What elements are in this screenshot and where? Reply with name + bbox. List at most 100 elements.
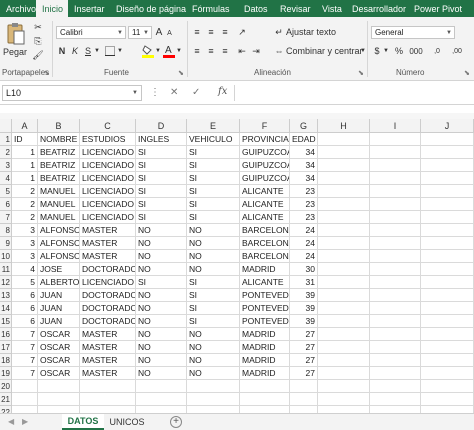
font-color-icon[interactable]: A bbox=[163, 44, 175, 58]
cell-h2[interactable] bbox=[318, 146, 370, 159]
align-left-icon[interactable]: ≡ bbox=[191, 45, 203, 57]
cell-e3[interactable]: SI bbox=[187, 159, 240, 172]
cell-b5[interactable]: MANUEL bbox=[38, 185, 80, 198]
ribbon-tab-desarrollador[interactable]: Desarrollador bbox=[346, 0, 408, 17]
cell-f14[interactable]: PONTEVEDRA bbox=[240, 302, 290, 315]
cell-i20[interactable] bbox=[370, 380, 421, 393]
cell-a1[interactable]: ID bbox=[12, 133, 38, 146]
cell-d4[interactable]: SI bbox=[136, 172, 187, 185]
row-header[interactable]: 2 bbox=[0, 146, 12, 159]
select-all-corner[interactable] bbox=[0, 119, 12, 133]
cell-i13[interactable] bbox=[370, 289, 421, 302]
cell-j20[interactable] bbox=[421, 380, 474, 393]
cell-c18[interactable]: MASTER bbox=[80, 354, 136, 367]
cell-j12[interactable] bbox=[421, 276, 474, 289]
cell-b2[interactable]: BEATRIZ bbox=[38, 146, 80, 159]
cell-e10[interactable]: NO bbox=[187, 250, 240, 263]
format-painter-icon[interactable]: 🖌 bbox=[32, 50, 44, 60]
currency-button[interactable]: $ bbox=[372, 45, 382, 57]
borders-icon[interactable] bbox=[104, 45, 116, 57]
cell-h15[interactable] bbox=[318, 315, 370, 328]
cell-e21[interactable] bbox=[187, 393, 240, 406]
paste-button-label[interactable]: Pegar bbox=[1, 47, 29, 57]
cell-a6[interactable]: 2 bbox=[12, 198, 38, 211]
cell-i11[interactable] bbox=[370, 263, 421, 276]
cell-a2[interactable]: 1 bbox=[12, 146, 38, 159]
cell-e5[interactable]: SI bbox=[187, 185, 240, 198]
cell-j8[interactable] bbox=[421, 224, 474, 237]
cell-c12[interactable]: LICENCIADO bbox=[80, 276, 136, 289]
cell-d14[interactable]: NO bbox=[136, 302, 187, 315]
align-top-icon[interactable]: ≡ bbox=[191, 26, 203, 38]
cell-f21[interactable] bbox=[240, 393, 290, 406]
cell-i22[interactable] bbox=[370, 406, 421, 413]
cell-b3[interactable]: BEATRIZ bbox=[38, 159, 80, 172]
cell-a20[interactable] bbox=[12, 380, 38, 393]
column-header-f[interactable]: F bbox=[240, 119, 290, 133]
cell-a22[interactable] bbox=[12, 406, 38, 413]
cell-j5[interactable] bbox=[421, 185, 474, 198]
cell-g15[interactable]: 39 bbox=[290, 315, 318, 328]
shrink-font-button[interactable]: A bbox=[165, 27, 174, 39]
number-format-combo[interactable]: General ▼ bbox=[371, 26, 455, 39]
cell-d17[interactable]: NO bbox=[136, 341, 187, 354]
cell-a5[interactable]: 2 bbox=[12, 185, 38, 198]
cell-f12[interactable]: ALICANTE bbox=[240, 276, 290, 289]
ribbon-tab-power-pivot[interactable]: Power Pivot bbox=[408, 0, 468, 17]
column-header-i[interactable]: I bbox=[370, 119, 421, 133]
formula-input[interactable] bbox=[234, 85, 472, 101]
row-header[interactable]: 8 bbox=[0, 224, 12, 237]
cell-d1[interactable]: INGLES bbox=[136, 133, 187, 146]
chevron-down-icon[interactable]: ▼ bbox=[155, 45, 161, 57]
cell-a14[interactable]: 6 bbox=[12, 302, 38, 315]
row-header[interactable]: 1 bbox=[0, 133, 12, 146]
column-header-j[interactable]: J bbox=[421, 119, 474, 133]
cell-h14[interactable] bbox=[318, 302, 370, 315]
cell-f20[interactable] bbox=[240, 380, 290, 393]
cell-a4[interactable]: 1 bbox=[12, 172, 38, 185]
row-header[interactable]: 6 bbox=[0, 198, 12, 211]
cell-i7[interactable] bbox=[370, 211, 421, 224]
cell-d13[interactable]: NO bbox=[136, 289, 187, 302]
increase-decimal-button[interactable]: ,0 bbox=[429, 45, 445, 57]
cell-f15[interactable]: PONTEVEDRA bbox=[240, 315, 290, 328]
cell-c3[interactable]: LICENCIADO bbox=[80, 159, 136, 172]
cell-b20[interactable] bbox=[38, 380, 80, 393]
percent-button[interactable]: % bbox=[393, 45, 405, 57]
insert-function-icon[interactable]: fx bbox=[218, 86, 227, 97]
cell-f19[interactable]: MADRID bbox=[240, 367, 290, 380]
row-header[interactable]: 5 bbox=[0, 185, 12, 198]
cell-d20[interactable] bbox=[136, 380, 187, 393]
name-box[interactable]: L10 ▼ bbox=[2, 85, 142, 101]
cell-d21[interactable] bbox=[136, 393, 187, 406]
more-options-icon[interactable]: ⋮ bbox=[150, 87, 160, 98]
cell-j10[interactable] bbox=[421, 250, 474, 263]
bold-button[interactable]: N bbox=[57, 45, 67, 57]
cell-e19[interactable]: NO bbox=[187, 367, 240, 380]
wrap-text-button[interactable]: Ajustar texto bbox=[286, 26, 336, 38]
merge-center-icon[interactable]: ⇔ bbox=[274, 45, 284, 57]
cell-d9[interactable]: NO bbox=[136, 237, 187, 250]
row-header[interactable]: 4 bbox=[0, 172, 12, 185]
fill-color-icon[interactable] bbox=[142, 44, 154, 58]
cell-a9[interactable]: 3 bbox=[12, 237, 38, 250]
chevron-down-icon[interactable]: ▼ bbox=[383, 45, 389, 57]
row-header[interactable]: 14 bbox=[0, 302, 12, 315]
row-header[interactable]: 22 bbox=[0, 406, 12, 413]
cell-g4[interactable]: 34 bbox=[290, 172, 318, 185]
ribbon-tab-dise-o-de-p-gina[interactable]: Diseño de página bbox=[110, 0, 186, 17]
row-header[interactable]: 16 bbox=[0, 328, 12, 341]
cell-g1[interactable]: EDAD bbox=[290, 133, 318, 146]
align-middle-icon[interactable]: ≡ bbox=[205, 26, 217, 38]
cell-g8[interactable]: 24 bbox=[290, 224, 318, 237]
increase-indent-icon[interactable]: ⇥ bbox=[250, 45, 262, 57]
row-header[interactable]: 11 bbox=[0, 263, 12, 276]
cell-a10[interactable]: 3 bbox=[12, 250, 38, 263]
cell-h17[interactable] bbox=[318, 341, 370, 354]
cell-h10[interactable] bbox=[318, 250, 370, 263]
cell-a16[interactable]: 7 bbox=[12, 328, 38, 341]
cell-c13[interactable]: DOCTORADO bbox=[80, 289, 136, 302]
cell-j6[interactable] bbox=[421, 198, 474, 211]
cell-i9[interactable] bbox=[370, 237, 421, 250]
cell-f3[interactable]: GUIPUZCOA bbox=[240, 159, 290, 172]
